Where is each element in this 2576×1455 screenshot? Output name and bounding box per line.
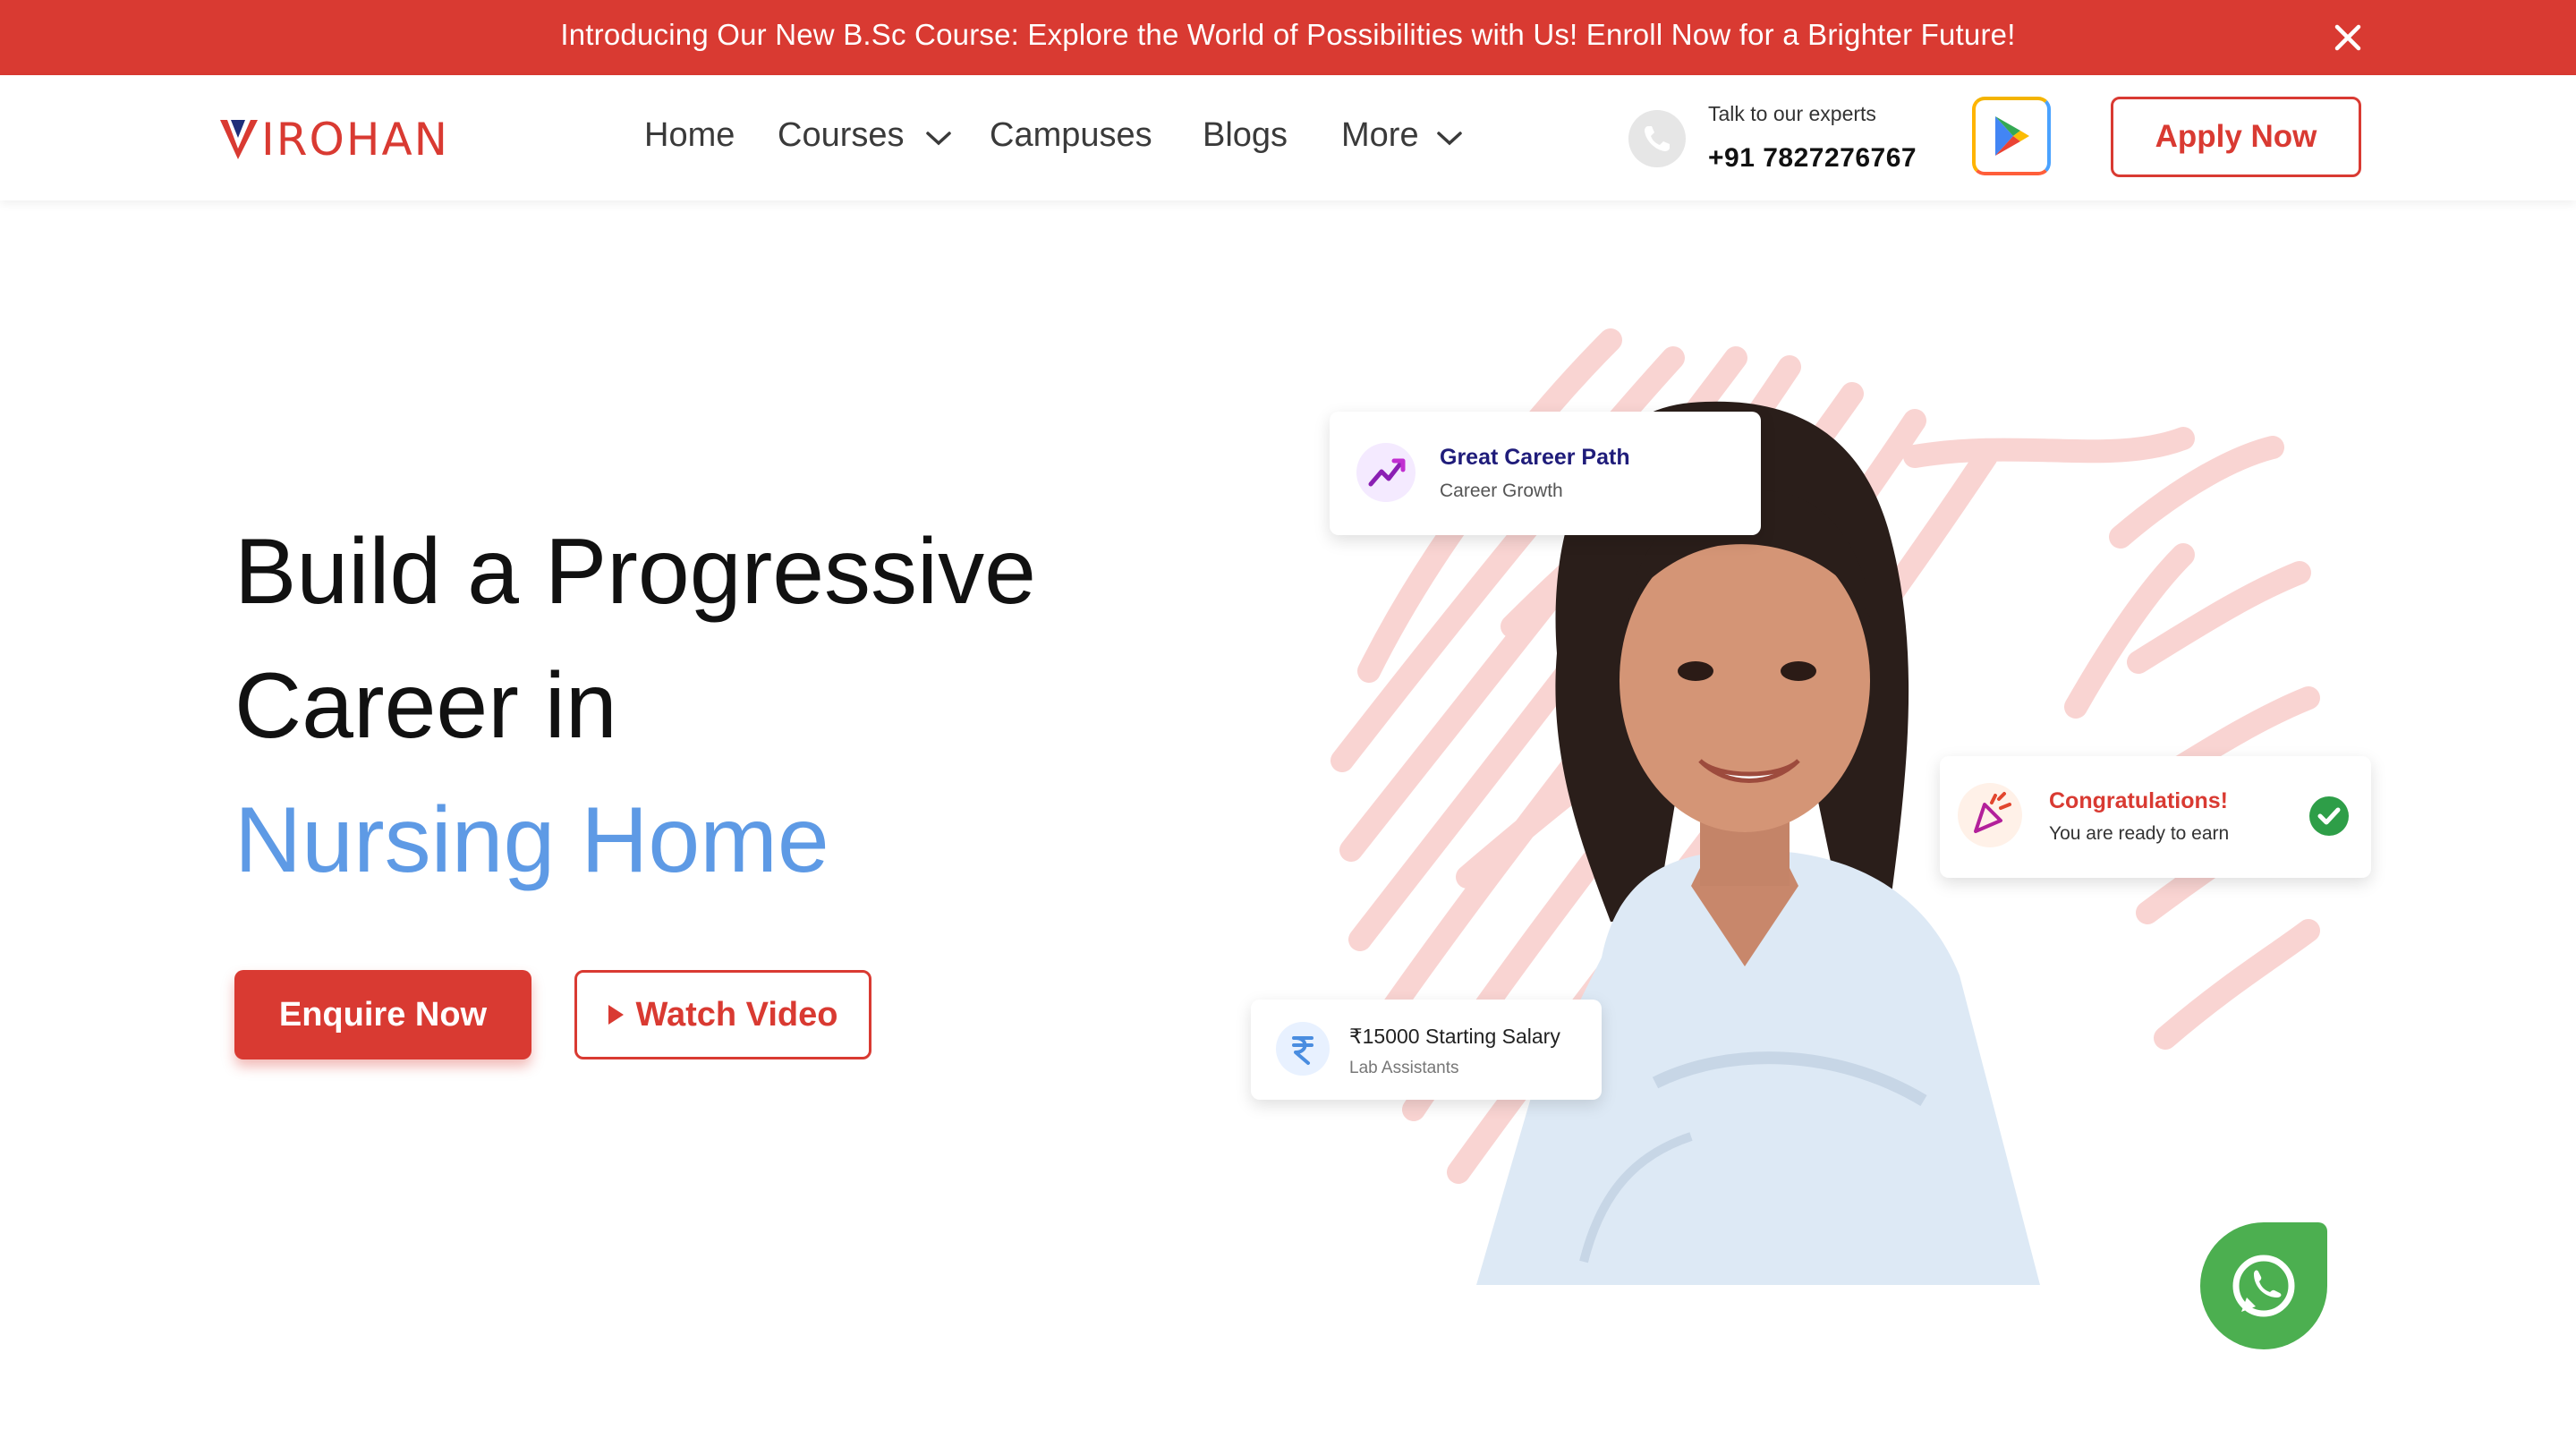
play-icon [608,1005,624,1025]
nav-campuses[interactable]: Campuses [990,116,1152,155]
career-card-title: Great Career Path [1440,445,1630,470]
party-popper-icon [1958,783,2022,847]
phone-icon[interactable] [1628,110,1686,167]
announcement-text: Introducing Our New B.Sc Course: Explore… [560,18,2016,51]
chevron-down-icon[interactable] [925,131,952,147]
watch-video-button[interactable]: Watch Video [574,970,871,1059]
whatsapp-icon [2232,1255,2295,1317]
close-icon[interactable] [2330,20,2366,55]
trend-up-icon [1356,443,1416,502]
hero-heading-line-2: Career in [234,654,617,758]
logo-v-mark [220,120,258,159]
chevron-down-icon[interactable] [1436,131,1463,147]
enquire-now-button[interactable]: Enquire Now [234,970,531,1059]
whatsapp-button[interactable] [2200,1222,2327,1349]
logo-text: IROHAN [261,114,450,166]
salary-card: ₹15000 Starting Salary Lab Assistants [1251,1000,1602,1100]
apply-now-button[interactable]: Apply Now [2111,97,2361,177]
congrats-card-title: Congratulations! [2049,788,2228,813]
contact-phone[interactable]: +91 7827276767 [1708,143,1917,174]
rupee-icon [1276,1022,1330,1076]
career-card-subtitle: Career Growth [1440,481,1563,501]
check-circle-icon [2309,796,2349,836]
contact-caption: Talk to our experts [1708,102,1876,125]
hero-heading-line-1: Build a Progressive [234,520,1036,624]
logo[interactable]: IROHAN [218,114,450,166]
career-path-card: Great Career Path Career Growth [1330,412,1761,535]
congratulations-card: Congratulations! You are ready to earn [1940,756,2371,878]
watch-video-label: Watch Video [635,995,838,1034]
salary-card-subtitle: Lab Assistants [1349,1059,1459,1077]
nav-courses[interactable]: Courses [778,116,905,155]
salary-card-title: ₹15000 Starting Salary [1349,1025,1560,1048]
congrats-card-subtitle: You are ready to earn [2049,823,2230,844]
hero-heading-highlight: Nursing Home [234,788,829,892]
nav-home[interactable]: Home [644,116,735,155]
announcement-bar: Introducing Our New B.Sc Course: Explore… [0,0,2576,75]
google-play-icon[interactable] [1972,97,2051,175]
site-header: IROHAN Home Courses Campuses Blogs More … [0,75,2576,200]
nav-blogs[interactable]: Blogs [1203,116,1288,155]
nav-more[interactable]: More [1341,116,1419,155]
